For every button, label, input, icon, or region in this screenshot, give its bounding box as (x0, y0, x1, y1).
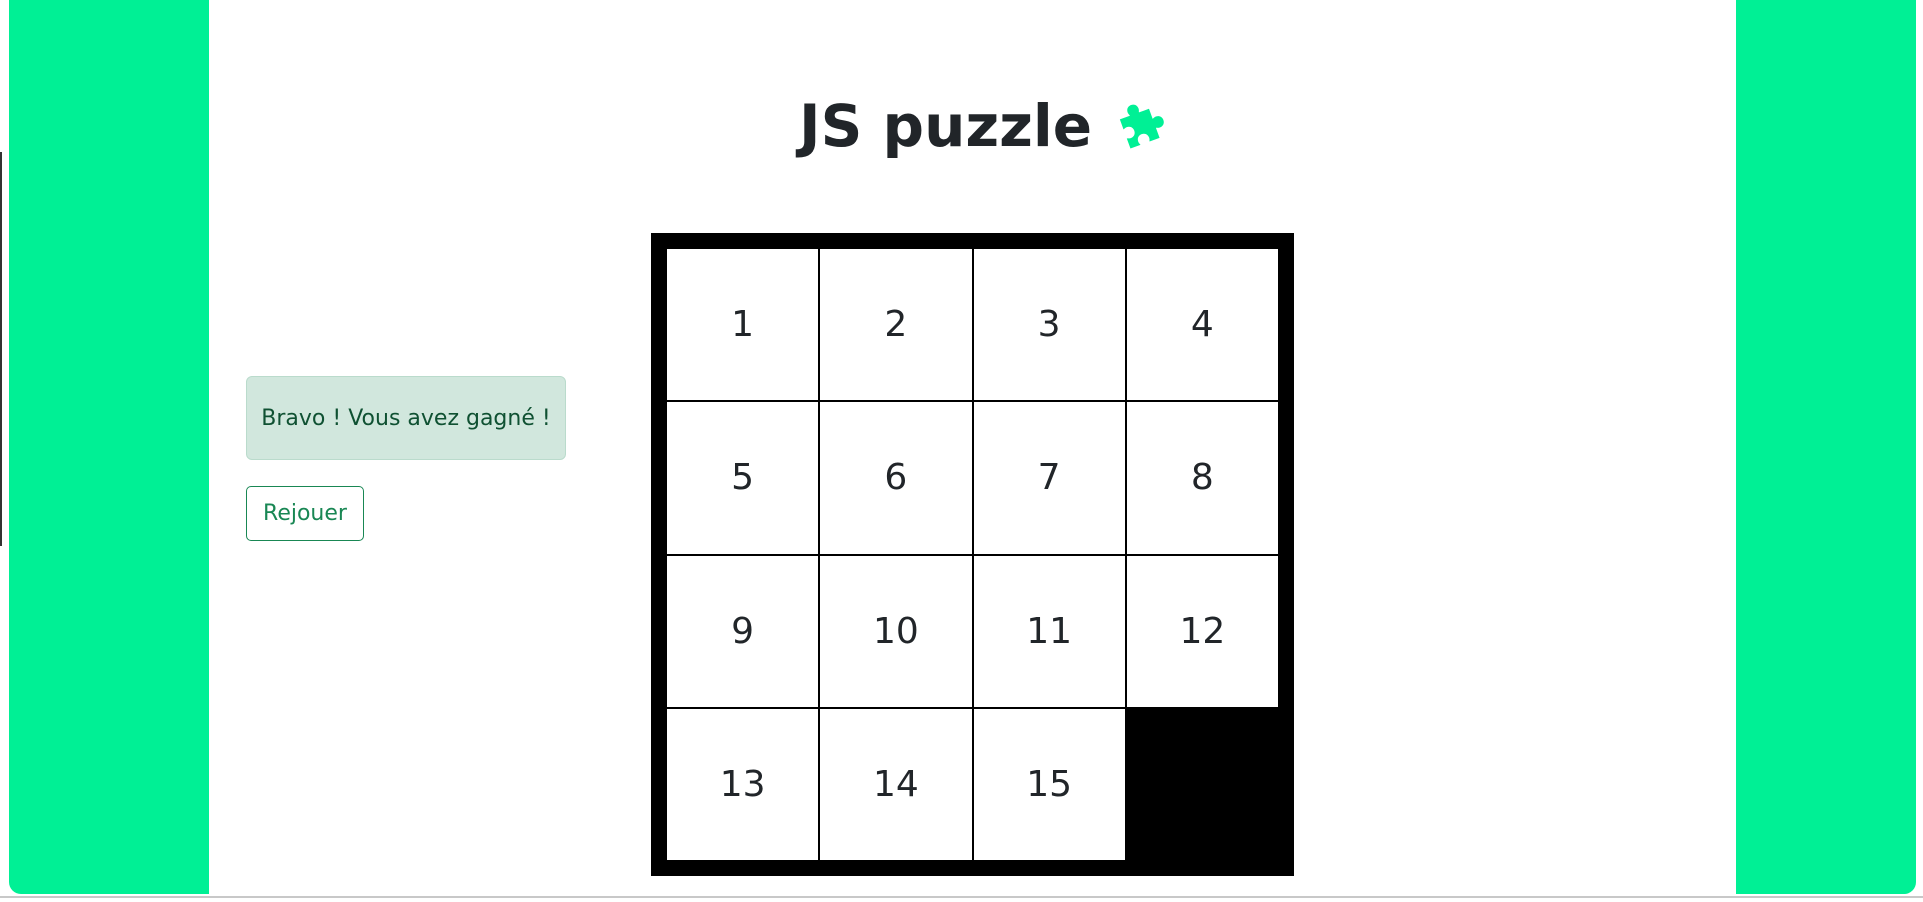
tile-8[interactable]: 8 (1126, 402, 1278, 554)
tile-11[interactable]: 11 (973, 555, 1125, 707)
green-frame: JS puzzle Bravo ! Vous avez gagné ! Rejo… (9, 0, 1916, 894)
tile-12[interactable]: 12 (1126, 555, 1278, 707)
tile-10[interactable]: 10 (820, 555, 972, 707)
puzzle-board: 1 2 3 4 5 6 7 8 9 10 11 12 13 14 15 (651, 233, 1294, 876)
tile-9[interactable]: 9 (667, 555, 819, 707)
tile-3[interactable]: 3 (973, 249, 1125, 401)
title-text: JS puzzle (799, 92, 1093, 160)
tile-2[interactable]: 2 (820, 249, 972, 401)
replay-button[interactable]: Rejouer (246, 486, 364, 541)
empty-tile (1126, 708, 1278, 860)
page-title: JS puzzle (799, 92, 1178, 160)
tile-15[interactable]: 15 (973, 708, 1125, 860)
tile-14[interactable]: 14 (820, 708, 972, 860)
tile-13[interactable]: 13 (667, 708, 819, 860)
bottom-border (0, 896, 1923, 898)
tile-1[interactable]: 1 (667, 249, 819, 401)
tile-6[interactable]: 6 (820, 402, 972, 554)
left-edge-line (0, 152, 2, 546)
tile-5[interactable]: 5 (667, 402, 819, 554)
main-content: JS puzzle Bravo ! Vous avez gagné ! Rejo… (209, 0, 1736, 894)
puzzle-piece-icon (1116, 95, 1178, 157)
tile-4[interactable]: 4 (1126, 249, 1278, 401)
success-alert: Bravo ! Vous avez gagné ! (246, 376, 566, 460)
tile-7[interactable]: 7 (973, 402, 1125, 554)
success-message: Bravo ! Vous avez gagné ! (261, 405, 551, 431)
